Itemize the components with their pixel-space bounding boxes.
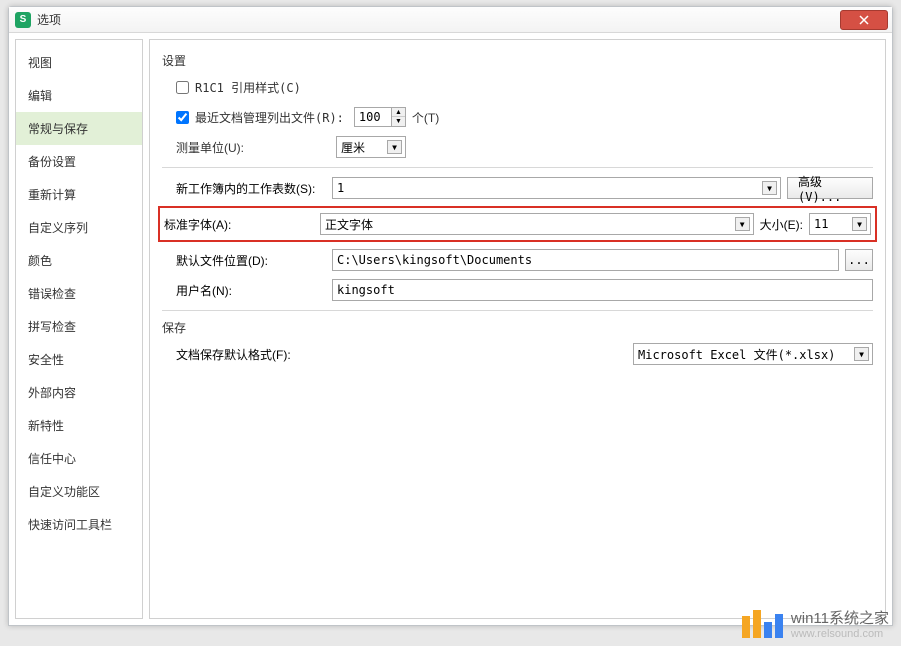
save-format-select[interactable]: Microsoft Excel 文件(*.xlsx) ▼ [633,343,873,365]
measure-unit-label: 测量单位(U): [176,139,316,156]
chevron-down-icon: ▼ [387,140,402,154]
default-path-input[interactable]: C:\Users\kingsoft\Documents [332,249,839,271]
size-value: 11 [814,217,828,231]
sidebar-item-new-features[interactable]: 新特性 [16,409,142,442]
chevron-down-icon: ▼ [854,347,869,361]
measure-unit-value: 厘米 [341,139,365,156]
recent-files-checkbox[interactable] [176,111,189,124]
options-dialog: S 选项 视图 编辑 常规与保存 备份设置 重新计算 自定义序列 颜色 错误检查… [8,6,893,626]
sidebar-item-quick-access[interactable]: 快速访问工具栏 [16,508,142,541]
settings-panel: 设置 R1C1 引用样式(C) 最近文档管理列出文件(R): 100 ▲▼ 个(… [149,39,886,619]
close-button[interactable] [840,10,888,30]
sidebar-item-custom-ribbon[interactable]: 自定义功能区 [16,475,142,508]
sheets-label: 新工作簿内的工作表数(S): [176,180,326,197]
sheets-count-value: 1 [337,181,344,195]
r1c1-label: R1C1 引用样式(C) [195,79,301,96]
sidebar-item-general-save[interactable]: 常规与保存 [16,112,142,145]
username-input[interactable]: kingsoft [332,279,873,301]
advanced-button[interactable]: 高级(V)... [787,177,873,199]
username-value: kingsoft [337,283,395,297]
font-select[interactable]: 正文字体 ▼ [320,213,754,235]
sidebar-item-external[interactable]: 外部内容 [16,376,142,409]
recent-files-count-input[interactable]: 100 ▲▼ [354,107,406,127]
browse-button[interactable]: ... [845,249,873,271]
watermark-line1: win11系统之家 [791,607,889,628]
close-icon [859,15,869,25]
sidebar-item-recalc[interactable]: 重新计算 [16,178,142,211]
titlebar: S 选项 [9,7,892,33]
chevron-down-icon: ▼ [852,217,867,231]
font-value: 正文字体 [325,216,373,233]
watermark-logo-icon [742,610,783,638]
recent-files-count-value: 100 [355,110,391,124]
section-save-title: 保存 [162,319,873,336]
recent-files-label: 最近文档管理列出文件(R): [195,109,344,126]
sheets-count-select[interactable]: 1 ▼ [332,177,781,199]
sidebar-item-backup[interactable]: 备份设置 [16,145,142,178]
sidebar-item-spell-check[interactable]: 拼写检查 [16,310,142,343]
sidebar-item-view[interactable]: 视图 [16,46,142,79]
category-sidebar: 视图 编辑 常规与保存 备份设置 重新计算 自定义序列 颜色 错误检查 拼写检查… [15,39,143,619]
chevron-down-icon: ▼ [762,181,777,195]
sidebar-item-error-check[interactable]: 错误检查 [16,277,142,310]
chevron-down-icon: ▼ [735,217,750,231]
recent-files-unit: 个(T) [412,109,439,126]
highlighted-font-row: 标准字体(A): 正文字体 ▼ 大小(E): 11 ▼ [158,206,877,242]
username-label: 用户名(N): [176,282,326,299]
watermark: win11系统之家 www.relsound.com [742,607,889,640]
font-label: 标准字体(A): [164,216,314,233]
sidebar-item-color[interactable]: 颜色 [16,244,142,277]
default-path-label: 默认文件位置(D): [176,252,326,269]
save-format-label: 文档保存默认格式(F): [176,346,326,363]
sidebar-item-custom-list[interactable]: 自定义序列 [16,211,142,244]
spinner-icon[interactable]: ▲▼ [391,108,405,126]
section-settings-title: 设置 [162,52,873,69]
sidebar-item-edit[interactable]: 编辑 [16,79,142,112]
app-icon: S [15,12,31,28]
r1c1-checkbox[interactable] [176,81,189,94]
window-title: 选项 [37,11,840,28]
measure-unit-select[interactable]: 厘米 ▼ [336,136,406,158]
size-label: 大小(E): [760,216,803,233]
sidebar-item-trust-center[interactable]: 信任中心 [16,442,142,475]
sidebar-item-security[interactable]: 安全性 [16,343,142,376]
size-select[interactable]: 11 ▼ [809,213,871,235]
save-format-value: Microsoft Excel 文件(*.xlsx) [638,346,835,363]
watermark-line2: www.relsound.com [791,628,889,640]
default-path-value: C:\Users\kingsoft\Documents [337,253,532,267]
